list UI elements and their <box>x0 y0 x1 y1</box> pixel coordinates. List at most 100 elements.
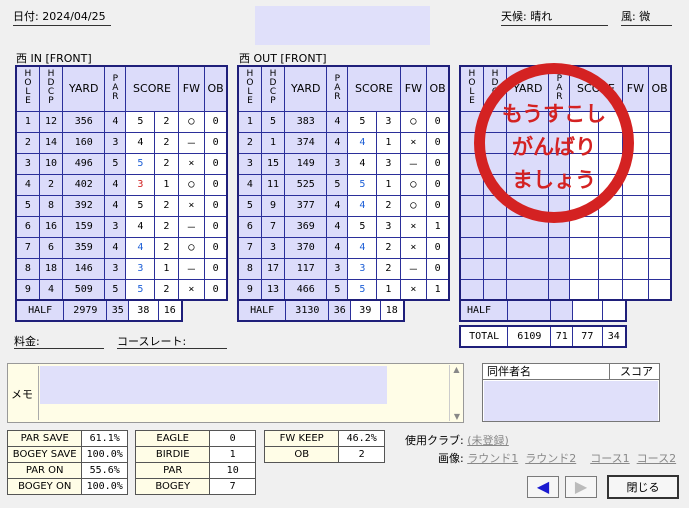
hole-fw[interactable]: ◯ <box>399 110 428 133</box>
hole-score[interactable]: 3 <box>125 257 156 280</box>
hole-score[interactable]: 3 <box>125 173 156 196</box>
hole-ob[interactable]: 0 <box>426 194 450 217</box>
hole-putts[interactable]: 1 <box>154 173 179 196</box>
hole-fw[interactable]: ◯ <box>177 110 206 133</box>
scroll-down-icon[interactable]: ▼ <box>450 412 464 421</box>
hole-fw[interactable]: × <box>399 215 428 238</box>
hole-ob[interactable]: 0 <box>204 110 228 133</box>
hole-putts[interactable]: 2 <box>154 215 179 238</box>
hole-row[interactable]: 8 17 117 3 3 2 － 0 <box>237 257 450 280</box>
hole-score[interactable]: 4 <box>125 236 156 259</box>
scroll-up-icon[interactable]: ▲ <box>450 365 463 374</box>
hole-ob[interactable]: 0 <box>204 152 228 175</box>
hole-row[interactable]: 5 8 392 4 5 2 × 0 <box>15 194 228 217</box>
hole-row[interactable]: 6 7 369 4 5 3 × 1 <box>237 215 450 238</box>
hole-score[interactable]: 4 <box>347 131 378 154</box>
hole-ob[interactable]: 0 <box>204 236 228 259</box>
hole-row[interactable] <box>459 257 672 280</box>
hole-row[interactable]: 9 13 466 5 5 1 × 1 <box>237 278 450 301</box>
hole-fw[interactable]: － <box>177 215 206 238</box>
hole-fw[interactable] <box>621 236 650 259</box>
hole-ob[interactable]: 0 <box>204 194 228 217</box>
hole-score[interactable]: 5 <box>347 173 378 196</box>
hole-fw[interactable]: － <box>177 257 206 280</box>
hole-score[interactable]: 5 <box>347 110 378 133</box>
hole-putts[interactable] <box>598 215 623 238</box>
back-button[interactable]: ◀ <box>527 476 559 498</box>
club-link[interactable]: (未登録) <box>467 434 509 447</box>
hole-score[interactable]: 3 <box>347 257 378 280</box>
companions-list[interactable]: 同伴者名 スコア <box>482 363 660 422</box>
hole-ob[interactable]: 0 <box>426 173 450 196</box>
hole-putts[interactable]: 1 <box>376 131 401 154</box>
hole-ob[interactable]: 0 <box>204 173 228 196</box>
hole-fw[interactable]: × <box>399 278 428 301</box>
hole-score[interactable]: 5 <box>347 215 378 238</box>
hole-ob[interactable] <box>648 236 672 259</box>
hole-putts[interactable]: 2 <box>154 131 179 154</box>
memo-scrollbar[interactable]: ▲ ▼ <box>449 365 463 421</box>
hole-putts[interactable] <box>598 278 623 301</box>
hole-row[interactable] <box>459 236 672 259</box>
hole-score[interactable]: 4 <box>347 152 378 175</box>
hole-ob[interactable] <box>648 215 672 238</box>
close-button[interactable]: 閉じる <box>607 475 679 499</box>
image-link-round2[interactable]: ラウンド2 <box>525 452 576 465</box>
hole-ob[interactable]: 0 <box>204 131 228 154</box>
hole-score[interactable]: 5 <box>125 194 156 217</box>
hole-putts[interactable]: 2 <box>154 236 179 259</box>
forward-button[interactable]: ▶ <box>565 476 597 498</box>
image-link-round1[interactable]: ラウンド1 <box>467 452 518 465</box>
hole-fw[interactable]: ◯ <box>177 173 206 196</box>
hole-putts[interactable]: 2 <box>376 236 401 259</box>
hole-fw[interactable]: ◯ <box>399 173 428 196</box>
hole-ob[interactable] <box>648 194 672 217</box>
hole-fw[interactable] <box>621 215 650 238</box>
hole-fw[interactable]: × <box>177 194 206 217</box>
hole-putts[interactable]: 3 <box>376 152 401 175</box>
hole-fw[interactable]: ◯ <box>177 236 206 259</box>
hole-putts[interactable] <box>598 236 623 259</box>
hole-fw[interactable]: × <box>177 278 206 301</box>
hole-fw[interactable]: － <box>399 152 428 175</box>
hole-score[interactable]: 5 <box>125 278 156 301</box>
hole-score[interactable]: 5 <box>347 278 378 301</box>
hole-putts[interactable]: 2 <box>154 194 179 217</box>
hole-fw[interactable]: × <box>399 131 428 154</box>
hole-ob[interactable]: 0 <box>426 257 450 280</box>
hole-ob[interactable] <box>648 152 672 175</box>
hole-ob[interactable]: 0 <box>204 257 228 280</box>
hole-row[interactable]: 3 10 496 5 5 2 × 0 <box>15 152 228 175</box>
hole-fw[interactable]: － <box>399 257 428 280</box>
hole-ob[interactable] <box>648 173 672 196</box>
hole-putts[interactable]: 2 <box>376 194 401 217</box>
companion-score-header[interactable]: スコア <box>610 364 659 379</box>
hole-fw[interactable]: × <box>399 236 428 259</box>
hole-putts[interactable]: 2 <box>154 152 179 175</box>
memo-input[interactable] <box>40 366 387 404</box>
hole-score[interactable]: 5 <box>125 152 156 175</box>
hole-fw[interactable]: ◯ <box>399 194 428 217</box>
hole-putts[interactable]: 3 <box>376 215 401 238</box>
hole-row[interactable]: 7 6 359 4 4 2 ◯ 0 <box>15 236 228 259</box>
hole-row[interactable]: 4 2 402 4 3 1 ◯ 0 <box>15 173 228 196</box>
hole-ob[interactable]: 1 <box>426 215 450 238</box>
hole-row[interactable]: 3 15 149 3 4 3 － 0 <box>237 152 450 175</box>
hole-row[interactable]: 6 16 159 3 4 2 － 0 <box>15 215 228 238</box>
hole-ob[interactable]: 0 <box>204 278 228 301</box>
hole-score[interactable]: 5 <box>125 110 156 133</box>
hole-putts[interactable]: 3 <box>376 110 401 133</box>
hole-putts[interactable]: 2 <box>154 110 179 133</box>
hole-fw[interactable]: － <box>177 131 206 154</box>
hole-score[interactable] <box>569 278 600 301</box>
hole-score[interactable]: 4 <box>125 131 156 154</box>
companion-name-header[interactable]: 同伴者名 <box>483 364 610 379</box>
hole-fw[interactable] <box>621 257 650 280</box>
hole-row[interactable]: 2 1 374 4 4 1 × 0 <box>237 131 450 154</box>
hole-row[interactable]: 7 3 370 4 4 2 × 0 <box>237 236 450 259</box>
hole-row[interactable]: 2 14 160 3 4 2 － 0 <box>15 131 228 154</box>
hole-ob[interactable] <box>648 278 672 301</box>
hole-score[interactable] <box>569 236 600 259</box>
hole-score[interactable]: 4 <box>347 194 378 217</box>
image-link-course1[interactable]: コース1 <box>590 452 629 465</box>
